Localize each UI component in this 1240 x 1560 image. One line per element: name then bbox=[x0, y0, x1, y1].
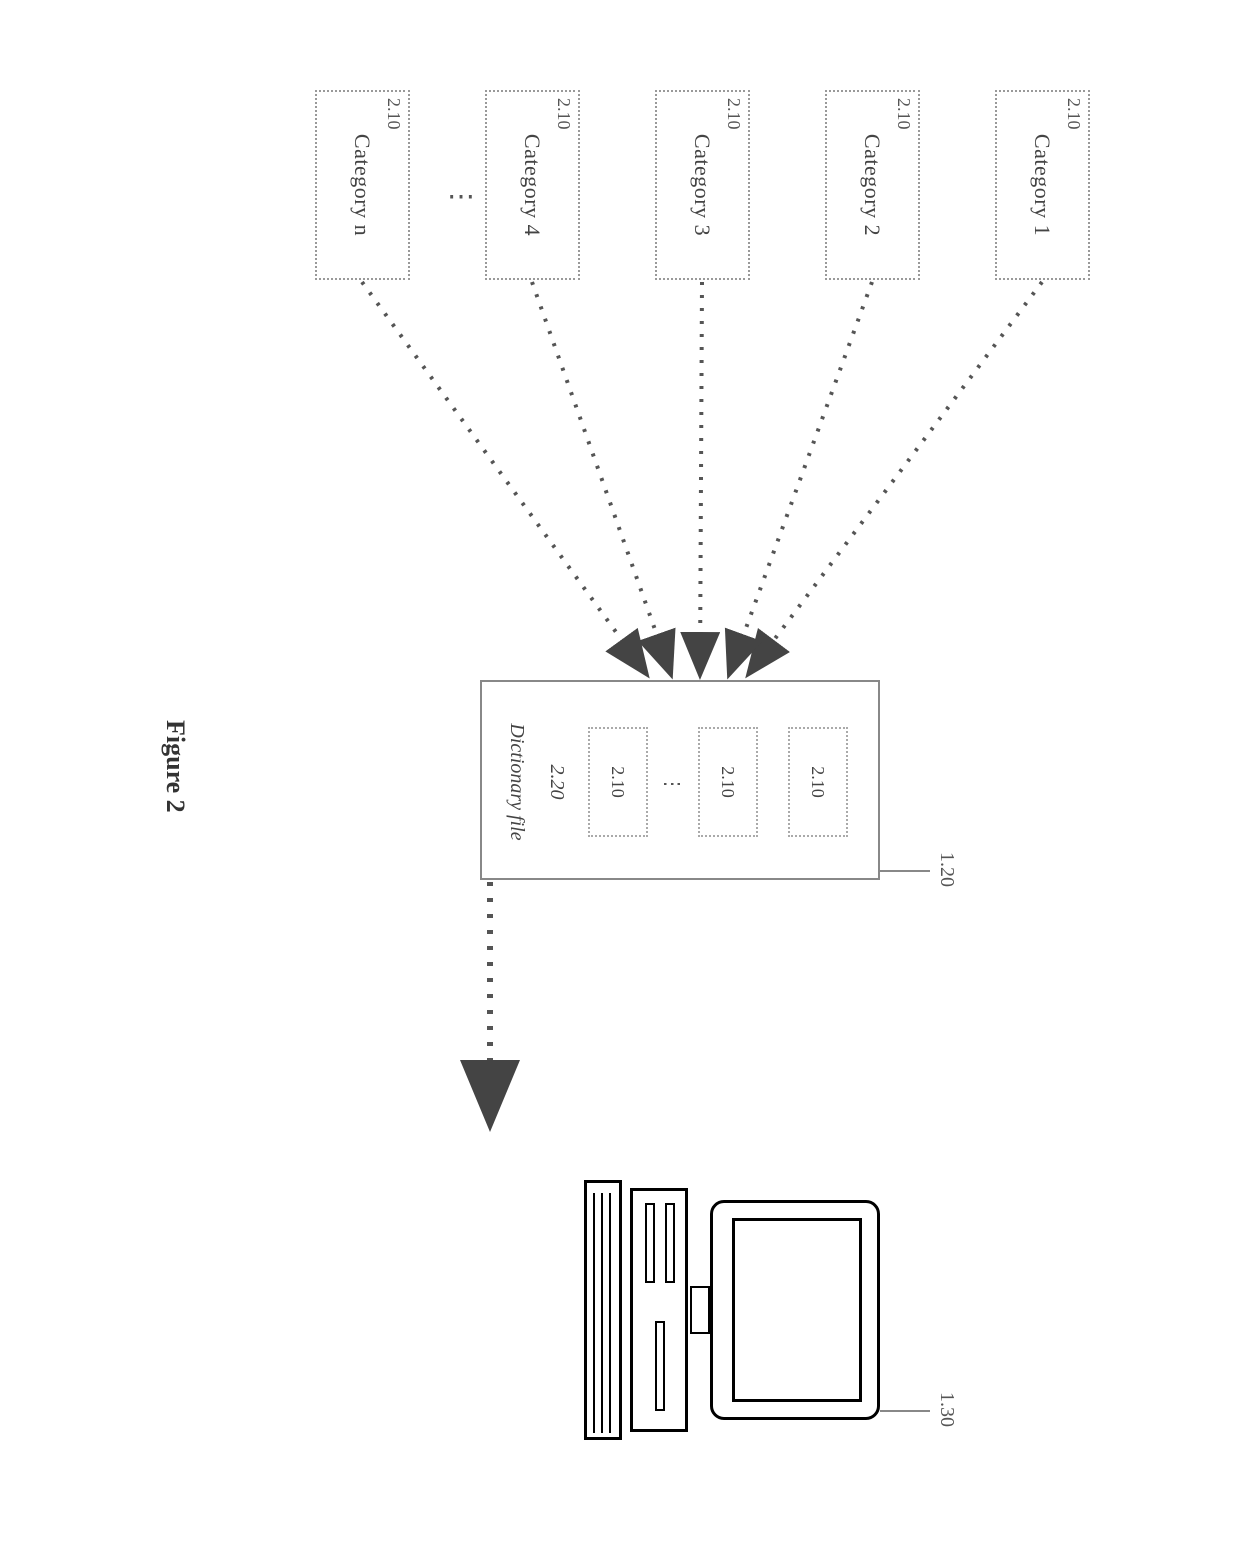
dictionary-item: 2.10 bbox=[698, 727, 758, 837]
ellipsis-vertical-icon: ⋮ bbox=[660, 774, 685, 794]
ref-label: 2.10 bbox=[893, 98, 914, 272]
keyboard-icon bbox=[584, 1180, 622, 1440]
category-title: Category 2 bbox=[859, 98, 885, 272]
ref-label: 2.10 bbox=[808, 766, 829, 798]
leader-line bbox=[880, 870, 930, 872]
cpu-icon bbox=[630, 1188, 688, 1432]
ref-label: 2.10 bbox=[553, 98, 574, 272]
ref-label: 2.10 bbox=[723, 98, 744, 272]
category-title: Category n bbox=[349, 98, 375, 272]
category-box-1: 2.10 Category 1 bbox=[995, 90, 1090, 280]
monitor-stand-icon bbox=[690, 1286, 710, 1334]
category-title: Category 4 bbox=[519, 98, 545, 272]
category-box-n: 2.10 Category n bbox=[315, 90, 410, 280]
ref-label: 1.30 bbox=[935, 1392, 958, 1427]
dictionary-file-box: 2.10 2.10 ⋮ 2.10 2.20 Dictionary file bbox=[480, 680, 880, 880]
computer-icon bbox=[560, 1180, 880, 1440]
category-box-3: 2.10 Category 3 bbox=[655, 90, 750, 280]
ref-label: 1.20 bbox=[935, 852, 958, 887]
dictionary-item: 2.10 bbox=[588, 727, 648, 837]
figure-caption: Figure 2 bbox=[160, 720, 190, 813]
dictionary-item: 2.10 bbox=[788, 727, 848, 837]
category-box-2: 2.10 Category 2 bbox=[825, 90, 920, 280]
ref-label: 2.10 bbox=[1063, 98, 1084, 272]
category-title: Category 1 bbox=[1029, 98, 1055, 272]
category-title: Category 3 bbox=[689, 98, 715, 272]
dictionary-label: Dictionary file bbox=[505, 702, 528, 862]
ref-label: 2.10 bbox=[608, 766, 629, 798]
monitor-screen-icon bbox=[732, 1218, 862, 1402]
ref-label: 2.10 bbox=[383, 98, 404, 272]
category-box-4: 2.10 Category 4 bbox=[485, 90, 580, 280]
ref-label: 2.10 bbox=[718, 766, 739, 798]
rotated-layout: 2.10 Category 1 2.10 Category 2 2.10 Cat… bbox=[0, 0, 1240, 1560]
ref-label: 2.20 bbox=[545, 727, 568, 837]
ellipsis-vertical-icon: ⋯ bbox=[445, 180, 475, 213]
leader-line bbox=[880, 1410, 930, 1412]
diagram-stage: 2.10 Category 1 2.10 Category 2 2.10 Cat… bbox=[0, 0, 1240, 1560]
